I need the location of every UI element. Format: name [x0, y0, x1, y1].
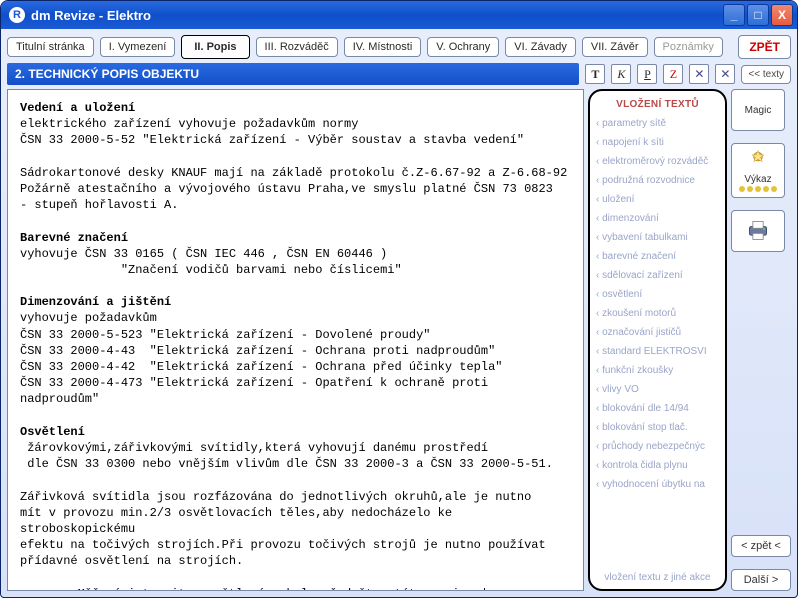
insert-item[interactable]: napojení k síti [596, 133, 719, 152]
right-tools: Magic Výkaz [731, 89, 791, 591]
section-title: 2. TECHNICKÝ POPIS OBJEKTU [7, 63, 579, 85]
app-icon: R [9, 7, 25, 23]
insert-panel: VLOŽENÍ TEXTŮ parametry sítěnapojení k s… [588, 89, 727, 591]
magic-button[interactable]: Magic [731, 89, 785, 131]
insert-item[interactable]: zkoušení motorů [596, 304, 719, 323]
insert-item[interactable]: blokování dle 14/94 [596, 399, 719, 418]
insert-item[interactable]: průchody nebezpečnýc [596, 437, 719, 456]
insert-item[interactable]: označování jističů [596, 323, 719, 342]
tab-poznamky[interactable]: Poznámky [654, 37, 723, 57]
insert-item[interactable]: dimenzování [596, 209, 719, 228]
tab-zavady[interactable]: VI. Závady [505, 37, 576, 57]
app-window: R dm Revize - Elektro _ □ X Titulní strá… [0, 0, 798, 598]
printer-icon [744, 218, 772, 242]
insert-item[interactable]: kontrola čidla plynu [596, 456, 719, 475]
insert-from-other[interactable]: vložení textu z jiné akce [596, 572, 719, 583]
insert-item[interactable]: podružná rozvodnice [596, 171, 719, 190]
content-area: Titulní stránka I. Vymezení II. Popis II… [1, 29, 797, 597]
editor-wrap: Vedení a uložení elektrického zařízení v… [7, 89, 727, 591]
tab-vymezeni[interactable]: I. Vymezení [100, 37, 176, 57]
wizard-label: Výkaz [744, 174, 771, 185]
prev-button[interactable]: < zpět < [731, 535, 791, 557]
tab-rozvadec[interactable]: III. Rozváděč [256, 37, 338, 57]
format-x1-button[interactable]: ✕ [689, 64, 709, 84]
text-editor[interactable]: Vedení a uložení elektrického zařízení v… [7, 89, 584, 591]
wizard-button[interactable]: Výkaz [731, 143, 785, 198]
insert-item[interactable]: elektroměrový rozváděč [596, 152, 719, 171]
format-z-button[interactable]: Z [663, 64, 683, 84]
insert-item[interactable]: vyhodnocení úbytku na [596, 475, 719, 494]
back-button[interactable]: ZPĚT [738, 35, 791, 59]
insert-item[interactable]: blokování stop tlač. [596, 418, 719, 437]
tab-mistnosti[interactable]: IV. Místnosti [344, 37, 422, 57]
tab-ochrany[interactable]: V. Ochrany [427, 37, 499, 57]
tab-titulni[interactable]: Titulní stránka [7, 37, 94, 57]
insert-item[interactable]: standard ELEKTROSVI [596, 342, 719, 361]
toolbar-row: 2. TECHNICKÝ POPIS OBJEKTU T K P Z ✕ ✕ <… [7, 63, 791, 85]
minimize-button[interactable]: _ [723, 4, 745, 26]
next-button[interactable]: Další > [731, 569, 791, 591]
print-button[interactable] [731, 210, 785, 252]
tab-popis[interactable]: II. Popis [181, 35, 249, 59]
format-underline-button[interactable]: P [637, 64, 657, 84]
maximize-button[interactable]: □ [747, 4, 769, 26]
close-button[interactable]: X [771, 4, 793, 26]
format-x2-button[interactable]: ✕ [715, 64, 735, 84]
insert-item[interactable]: parametry sítě [596, 114, 719, 133]
titlebar[interactable]: R dm Revize - Elektro _ □ X [1, 1, 797, 29]
insert-item[interactable]: vlivy VO [596, 380, 719, 399]
insert-item[interactable]: funkční zkoušky [596, 361, 719, 380]
format-italic-button[interactable]: K [611, 64, 631, 84]
tabs-row: Titulní stránka I. Vymezení II. Popis II… [7, 35, 791, 59]
insert-item[interactable]: sdělovací zařízení [596, 266, 719, 285]
beads-icon [738, 185, 778, 193]
texts-toggle-button[interactable]: << texty [741, 65, 791, 84]
wizard-icon [744, 148, 772, 172]
window-title: dm Revize - Elektro [31, 8, 151, 23]
insert-item[interactable]: vybavení tabulkami [596, 228, 719, 247]
format-bold-button[interactable]: T [585, 64, 605, 84]
insert-panel-title: VLOŽENÍ TEXTŮ [596, 99, 719, 110]
main-row: Vedení a uložení elektrického zařízení v… [7, 89, 791, 591]
insert-item[interactable]: barevné značení [596, 247, 719, 266]
insert-list: parametry sítěnapojení k sítielektroměro… [596, 114, 719, 568]
insert-item[interactable]: uložení [596, 190, 719, 209]
insert-item[interactable]: osvětlení [596, 285, 719, 304]
tab-zaver[interactable]: VII. Závěr [582, 37, 648, 57]
magic-label: Magic [745, 105, 772, 116]
